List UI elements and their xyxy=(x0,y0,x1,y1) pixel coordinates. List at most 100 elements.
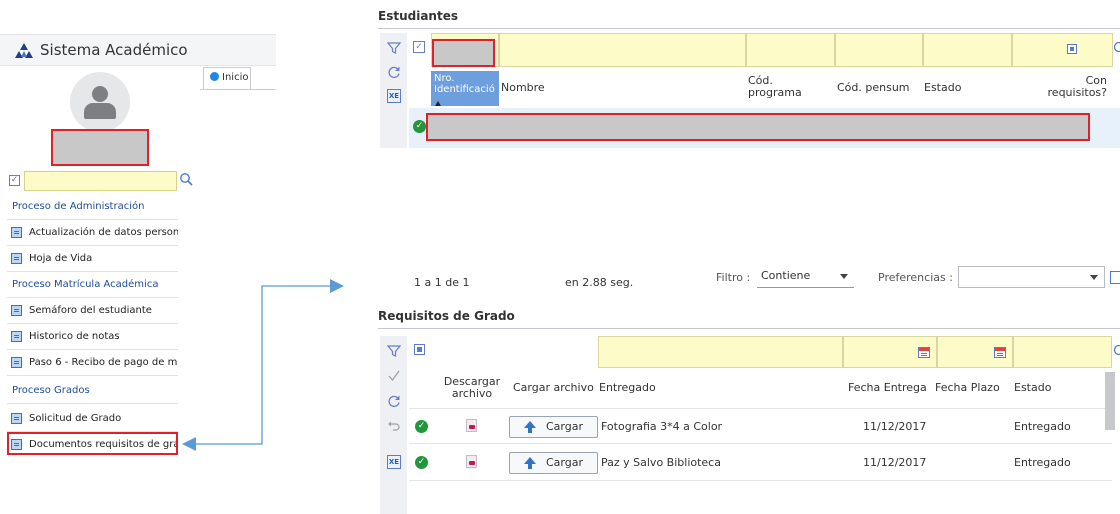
check-circle-icon: ✓ xyxy=(413,120,426,133)
checkbox-filter-dot xyxy=(1070,47,1074,51)
row-redacted xyxy=(426,113,1090,141)
filter-estado[interactable] xyxy=(1013,336,1112,368)
list-icon xyxy=(11,413,22,424)
tab-inicio-label: Inicio xyxy=(222,72,249,83)
column-header-nombre[interactable]: Nombre xyxy=(501,82,545,94)
search-icon[interactable] xyxy=(1113,41,1120,55)
app-title: Sistema Académico xyxy=(40,41,188,59)
check-circle-icon: ✓ xyxy=(415,420,428,433)
table-row[interactable]: ✓ Cargar Fotografia 3*4 a Color 11/12/20… xyxy=(409,408,1112,444)
menu-item-semaforo[interactable]: Semáforo del estudiante xyxy=(7,298,178,324)
chevron-down-icon xyxy=(840,274,848,279)
excel-export-icon[interactable]: XE xyxy=(387,455,401,469)
user-silhouette-body xyxy=(84,103,116,119)
preferences-label: Preferencias : xyxy=(878,271,953,284)
column-header-cargar[interactable]: Cargar archivo xyxy=(513,382,594,394)
menu-item-solicitud-grado[interactable]: Solicitud de Grado xyxy=(7,406,178,432)
filter-entregado[interactable] xyxy=(598,336,843,368)
tabs-divider xyxy=(200,89,276,90)
menu-item-label: Solicitud de Grado xyxy=(29,413,122,424)
app-logo-icon xyxy=(15,43,33,58)
requisitos-grid: Descargar archivo Cargar archivo Entrega… xyxy=(409,336,1120,514)
table-row[interactable]: ✓ Cargar Paz y Salvo Biblioteca 11/12/20… xyxy=(409,445,1112,481)
calendar-icon[interactable] xyxy=(994,347,1006,358)
table-row[interactable]: ✓ xyxy=(409,108,1120,148)
menu-item-label: Semáforo del estudiante xyxy=(29,305,152,316)
refresh-icon[interactable] xyxy=(387,394,401,408)
estudiantes-header-row: Nro. Identificació Nombre Cód. programa … xyxy=(409,71,1120,106)
estudiantes-grid: ✓ Nro. Identificació Nombre Cód. program… xyxy=(409,33,1120,148)
upload-button-label: Cargar xyxy=(546,456,583,469)
list-icon xyxy=(11,331,22,342)
column-header-descargar[interactable]: Descargar archivo xyxy=(437,376,507,400)
menu-item-hoja-de-vida[interactable]: Hoja de Vida xyxy=(7,246,178,272)
list-icon xyxy=(11,253,22,264)
checkbox-filter-icon[interactable] xyxy=(1067,44,1077,54)
column-header-estado[interactable]: Estado xyxy=(1014,382,1051,394)
column-header-fecha-entrega[interactable]: Fecha Entrega xyxy=(848,382,927,394)
list-icon xyxy=(11,227,22,238)
requisito-estado: Entregado xyxy=(1014,420,1071,433)
download-pdf-icon[interactable] xyxy=(466,419,477,432)
calendar-icon[interactable] xyxy=(918,347,930,358)
save-icon[interactable] xyxy=(1110,271,1120,284)
menu-search-input[interactable] xyxy=(24,171,177,191)
column-header-con-requisitos[interactable]: Con requisitos? xyxy=(1045,75,1107,99)
column-header-estado[interactable]: Estado xyxy=(924,82,961,94)
column-header-id-label: Nro. Identificació xyxy=(434,73,495,95)
select-all-checkbox[interactable] xyxy=(414,344,425,355)
requisitos-toolbar: XE xyxy=(380,336,407,514)
menu-filter-row: ✓ xyxy=(7,171,195,191)
tab-inicio[interactable]: Inicio xyxy=(203,67,251,89)
filter-dropdown-value: Contiene xyxy=(761,269,811,282)
column-header-entregado[interactable]: Entregado xyxy=(599,382,656,394)
select-all-checkbox[interactable]: ✓ xyxy=(413,41,425,53)
search-icon[interactable] xyxy=(1113,344,1120,358)
checkmark-icon[interactable] xyxy=(387,369,401,383)
refresh-icon[interactable] xyxy=(387,65,401,79)
list-icon xyxy=(11,357,22,368)
menu-section-grados: Proceso Grados xyxy=(7,378,178,404)
check-all-icon[interactable]: ✓ xyxy=(9,175,20,186)
menu-item-label: Actualización de datos personales xyxy=(29,227,178,238)
menu-item-historico-notas[interactable]: Historico de notas xyxy=(7,324,178,350)
download-pdf-icon[interactable] xyxy=(466,455,477,468)
chevron-down-icon xyxy=(1090,275,1098,280)
menu-section-matricula: Proceso Matrícula Académica xyxy=(7,272,178,298)
menu-item-actualizacion-datos[interactable]: Actualización de datos personales xyxy=(7,220,178,246)
filter-fecha-entrega[interactable] xyxy=(843,336,937,368)
requisitos-scrollbar[interactable] xyxy=(1105,372,1115,430)
app-header: Sistema Académico xyxy=(0,34,276,66)
check-circle-icon: ✓ xyxy=(415,456,428,469)
upload-button[interactable]: Cargar xyxy=(509,452,598,474)
undo-icon[interactable] xyxy=(387,418,401,432)
upload-button[interactable]: Cargar xyxy=(509,416,598,438)
filter-clear-icon[interactable] xyxy=(387,41,401,55)
menu-item-label: Hoja de Vida xyxy=(29,253,93,264)
excel-export-icon[interactable]: XE xyxy=(387,89,401,103)
upload-button-label: Cargar xyxy=(546,420,583,433)
filter-dropdown[interactable]: Contiene xyxy=(757,266,854,288)
filter-con-requisitos[interactable] xyxy=(1012,33,1113,67)
user-name-redacted xyxy=(51,129,149,166)
estudiantes-toolbar: XE xyxy=(380,33,407,148)
column-header-id[interactable]: Nro. Identificació xyxy=(431,71,499,106)
filter-cod-programa[interactable] xyxy=(746,33,835,67)
menu-item-paso-6[interactable]: Paso 6 - Recibo de pago de matr xyxy=(7,350,178,376)
filter-fecha-plazo[interactable] xyxy=(937,336,1013,368)
filter-label: Filtro : xyxy=(716,271,751,284)
filter-cod-pensum[interactable] xyxy=(835,33,923,67)
preferences-dropdown[interactable] xyxy=(958,266,1105,288)
column-header-cod-programa[interactable]: Cód. programa xyxy=(748,75,808,99)
active-dot-icon xyxy=(210,72,219,81)
user-silhouette-icon xyxy=(92,86,108,102)
column-header-cod-pensum[interactable]: Cód. pensum xyxy=(837,82,910,94)
column-header-fecha-plazo[interactable]: Fecha Plazo xyxy=(935,382,1000,394)
list-icon xyxy=(11,305,22,316)
search-icon[interactable] xyxy=(179,172,193,186)
filter-nombre[interactable] xyxy=(499,33,746,67)
pager-time: en 2.88 seg. xyxy=(565,276,634,289)
filter-clear-icon[interactable] xyxy=(387,344,401,358)
requisitos-rule xyxy=(378,328,1120,329)
filter-estado[interactable] xyxy=(923,33,1012,67)
